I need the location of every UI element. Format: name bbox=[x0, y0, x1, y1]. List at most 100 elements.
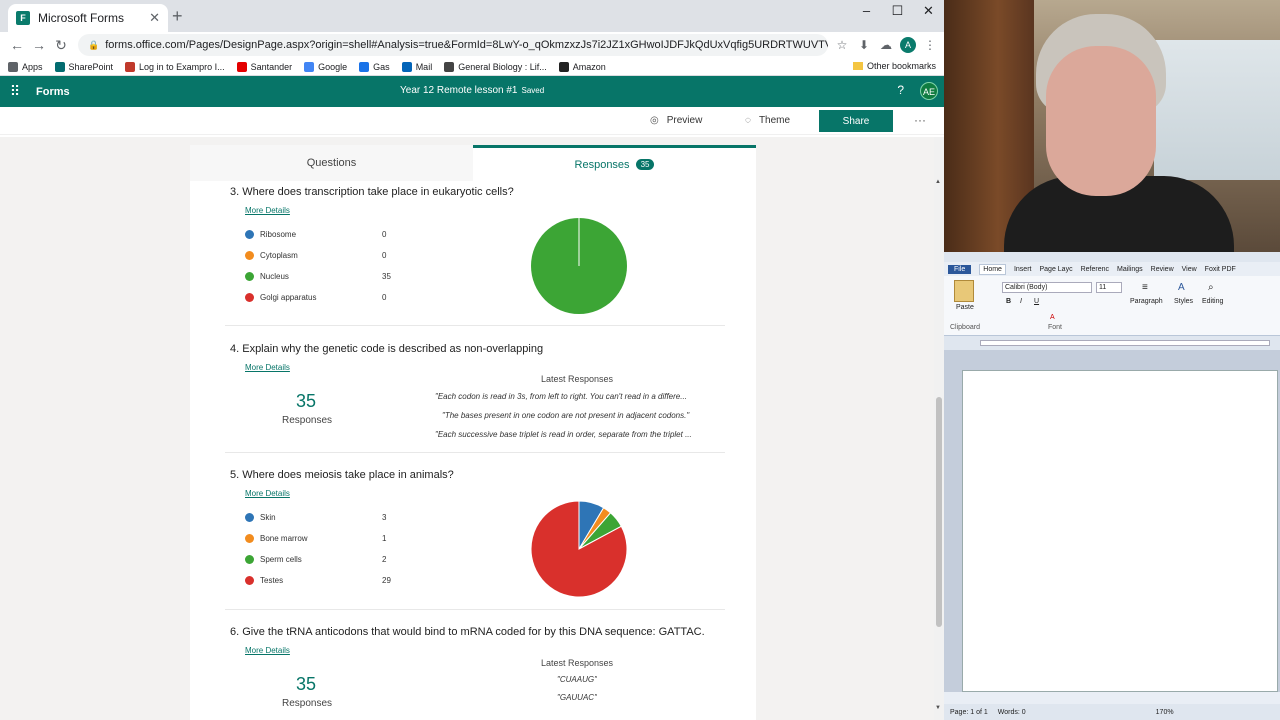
word-tab-mailings[interactable]: Mailings bbox=[1117, 266, 1143, 273]
form-title: Year 12 Remote lesson #1 Saved bbox=[400, 85, 544, 96]
legend-color-dot bbox=[245, 555, 254, 564]
theme-button[interactable]: ◌ Theme bbox=[745, 115, 790, 126]
bookmark-favicon-icon bbox=[236, 61, 247, 72]
word-page[interactable] bbox=[962, 370, 1278, 692]
font-size-select[interactable]: 11 bbox=[1096, 282, 1122, 293]
bookmark-favicon-icon bbox=[304, 61, 315, 72]
tab-responses[interactable]: Responses 35 bbox=[473, 145, 756, 181]
profile-avatar[interactable]: A bbox=[900, 37, 916, 53]
question-4-latest-response-3: "Each successive base triplet is read in… bbox=[435, 430, 692, 439]
bookmark-item[interactable]: Santander bbox=[236, 61, 292, 72]
question-5-pie-chart bbox=[530, 500, 628, 598]
question-5-title: 5. Where does meiosis take place in anim… bbox=[230, 469, 454, 481]
legend-label: Cytoplasm bbox=[260, 251, 298, 260]
minimize-button[interactable]: – bbox=[851, 0, 882, 32]
tab-questions[interactable]: Questions bbox=[190, 145, 473, 181]
legend-item: Ribosome bbox=[245, 230, 296, 239]
word-tab-view[interactable]: View bbox=[1182, 266, 1197, 273]
back-arrow-icon[interactable]: ← bbox=[6, 37, 28, 53]
form-tabs: Questions Responses 35 bbox=[190, 145, 756, 181]
word-tab-review[interactable]: Review bbox=[1151, 266, 1174, 273]
word-tab-foxit-pdf[interactable]: Foxit PDF bbox=[1205, 266, 1236, 273]
tab-strip: F Microsoft Forms ✕ + – ☐ ✕ bbox=[0, 0, 944, 32]
forms-brand[interactable]: Forms bbox=[36, 86, 70, 98]
scroll-up-arrow-icon[interactable]: ▲ bbox=[935, 179, 941, 185]
bookmark-star-icon[interactable]: ☆ bbox=[834, 38, 850, 52]
word-tab-page-layc[interactable]: Page Layc bbox=[1039, 266, 1072, 273]
other-bookmarks[interactable]: Other bookmarks bbox=[852, 61, 936, 71]
styles-icon[interactable]: A bbox=[1178, 282, 1185, 293]
question-6-response-count: 35 bbox=[296, 674, 317, 694]
bookmark-item[interactable]: Google bbox=[304, 61, 347, 72]
bookmark-item[interactable]: SharePoint bbox=[54, 61, 113, 72]
maximize-button[interactable]: ☐ bbox=[882, 0, 913, 32]
responses-count-badge: 35 bbox=[635, 159, 655, 170]
word-horizontal-scrollbar[interactable] bbox=[944, 692, 1280, 704]
share-button[interactable]: Share bbox=[819, 110, 893, 132]
font-color-icon[interactable]: A bbox=[1050, 314, 1055, 321]
scrollbar-thumb[interactable] bbox=[936, 397, 942, 627]
paste-label[interactable]: Paste bbox=[956, 304, 974, 311]
forward-arrow-icon[interactable]: → bbox=[28, 37, 50, 53]
reload-icon[interactable]: ↻ bbox=[50, 37, 72, 54]
legend-color-dot bbox=[245, 576, 254, 585]
word-tab-referenc[interactable]: Referenc bbox=[1081, 266, 1109, 273]
scroll-down-arrow-icon[interactable]: ▼ bbox=[935, 705, 941, 711]
font-name-select[interactable]: Calibri (Body) bbox=[1002, 282, 1092, 293]
app-launcher-icon[interactable]: ⠿ bbox=[0, 83, 30, 100]
question-4-response-count: 35 bbox=[296, 391, 317, 411]
ruler-bar[interactable] bbox=[980, 340, 1270, 346]
question-6-more-details-link[interactable]: More Details bbox=[245, 646, 290, 655]
status-word-count: Words: 0 bbox=[997, 708, 1026, 716]
bookmark-item[interactable]: Gas bbox=[359, 61, 390, 72]
underline-button[interactable]: U bbox=[1034, 298, 1039, 305]
question-4-title: 4. Explain why the genetic code is descr… bbox=[230, 343, 544, 355]
bookmark-label: Log in to Exampro I... bbox=[139, 61, 225, 72]
legend-color-dot bbox=[245, 230, 254, 239]
extension-icon[interactable]: ⬇ bbox=[856, 38, 872, 52]
editing-icon[interactable]: ⌕ bbox=[1208, 282, 1214, 293]
browser-window: F Microsoft Forms ✕ + – ☐ ✕ ← → ↻ 🔒 form… bbox=[0, 0, 944, 720]
preview-label: Preview bbox=[666, 115, 703, 126]
new-tab-button[interactable]: + bbox=[172, 6, 183, 27]
bookmark-item[interactable]: General Biology : Lif... bbox=[444, 61, 547, 72]
word-tab-file[interactable]: File bbox=[948, 264, 972, 274]
italic-button[interactable]: I bbox=[1020, 298, 1022, 305]
preview-button[interactable]: ◎ Preview bbox=[650, 115, 702, 126]
status-zoom-level[interactable]: 170% bbox=[1156, 709, 1174, 716]
styles-label[interactable]: Styles bbox=[1174, 298, 1193, 305]
bookmark-item[interactable]: Mail bbox=[401, 61, 432, 72]
question-5-more-details-link[interactable]: More Details bbox=[245, 489, 290, 498]
paragraph-icon[interactable]: ≡ bbox=[1142, 282, 1148, 293]
eye-icon: ◎ bbox=[650, 115, 659, 126]
more-options-icon[interactable]: ··· bbox=[914, 113, 926, 127]
help-icon[interactable]: ? bbox=[897, 83, 904, 97]
paste-icon[interactable] bbox=[954, 280, 974, 302]
status-page-count: Page: 1 of 1 bbox=[950, 708, 988, 716]
bold-button[interactable]: B bbox=[1006, 298, 1011, 305]
page-scrollbar[interactable]: ▲ ▼ bbox=[934, 137, 944, 720]
address-bar[interactable]: 🔒 forms.office.com/Pages/DesignPage.aspx… bbox=[78, 34, 828, 56]
editing-label[interactable]: Editing bbox=[1202, 298, 1223, 305]
word-tab-insert[interactable]: Insert bbox=[1014, 266, 1032, 273]
legend-color-dot bbox=[245, 272, 254, 281]
word-tab-home[interactable]: Home bbox=[979, 263, 1006, 275]
word-ribbon: Paste Clipboard Calibri (Body) 11 B I U … bbox=[944, 276, 1280, 336]
legend-item: Testes bbox=[245, 576, 283, 585]
browser-menu-icon[interactable]: ⋮ bbox=[922, 38, 938, 52]
close-tab-icon[interactable]: ✕ bbox=[149, 10, 160, 26]
question-3-more-details-link[interactable]: More Details bbox=[245, 206, 290, 215]
legend-value: 0 bbox=[382, 251, 387, 260]
legend-color-dot bbox=[245, 534, 254, 543]
browser-tab[interactable]: F Microsoft Forms ✕ bbox=[8, 4, 168, 32]
bookmark-item[interactable]: Apps bbox=[8, 61, 43, 72]
bookmark-item[interactable]: Log in to Exampro I... bbox=[125, 61, 225, 72]
onedrive-extension-icon[interactable]: ☁ bbox=[878, 38, 894, 52]
user-avatar[interactable]: AE bbox=[920, 82, 938, 100]
word-ribbon-tabs: File Home Insert Page Layc Referenc Mailings R… bbox=[944, 262, 1280, 276]
close-window-button[interactable]: ✕ bbox=[913, 0, 944, 32]
paragraph-label[interactable]: Paragraph bbox=[1130, 298, 1163, 305]
question-4-more-details-link[interactable]: More Details bbox=[245, 363, 290, 372]
bookmark-item[interactable]: Amazon bbox=[558, 61, 606, 72]
divider bbox=[225, 609, 725, 610]
